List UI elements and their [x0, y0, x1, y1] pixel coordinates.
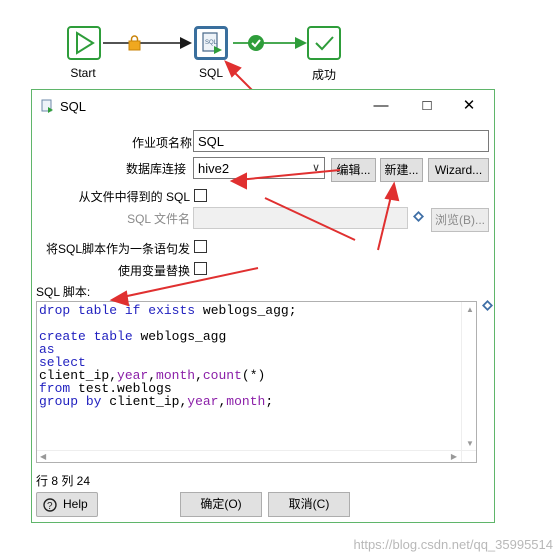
watermark: https://blog.csdn.net/qq_35995514	[353, 537, 554, 552]
job-name-input[interactable]: SQL	[193, 130, 489, 152]
browse-button[interactable]: 浏览(B)...	[431, 208, 489, 232]
sql-node[interactable]: SQL	[194, 26, 228, 60]
cursor-position-status: 行 8 列 24	[36, 474, 91, 488]
use-variables-label: 使用变量替换	[117, 264, 190, 278]
help-button-label: Help	[63, 497, 88, 511]
cancel-button[interactable]: 取消(C)	[268, 492, 350, 517]
single-statement-checkbox[interactable]	[194, 240, 207, 253]
wizard-button[interactable]: Wizard...	[428, 158, 489, 182]
code-line: drop table if exists weblogs_agg;	[39, 303, 297, 318]
code-line: group by client_ip,year,month;	[39, 394, 274, 409]
start-node[interactable]	[67, 26, 101, 60]
lock-icon	[128, 35, 141, 51]
maximize-button[interactable]: □	[410, 94, 444, 118]
vertical-scrollbar[interactable]: ▲ ▼	[461, 302, 476, 462]
db-connection-value: hive2	[198, 161, 230, 176]
sql-script-editor[interactable]: drop table if exists weblogs_agg; create…	[36, 301, 477, 463]
play-icon	[76, 31, 95, 55]
svg-text:SQL: SQL	[205, 40, 218, 46]
svg-text:?: ?	[47, 501, 53, 512]
dialog-title: SQL	[60, 99, 87, 114]
start-node-label: Start	[70, 66, 96, 80]
sql-script-icon: SQL	[202, 32, 222, 54]
checkmark-icon	[315, 36, 334, 51]
success-node-label: 成功	[311, 68, 336, 82]
sql-filename-label: SQL 文件名	[127, 212, 190, 226]
sql-filename-input[interactable]	[193, 207, 408, 229]
chevron-down-icon: ∨	[311, 162, 320, 174]
ok-button[interactable]: 确定(O)	[180, 492, 262, 517]
minimize-button[interactable]: —	[364, 94, 398, 118]
sql-code[interactable]: drop table if exists weblogs_agg; create…	[39, 304, 297, 408]
variable-icon[interactable]	[482, 300, 493, 311]
sql-from-file-label: 从文件中得到的 SQL	[78, 190, 190, 204]
help-button[interactable]: ? Help	[36, 492, 98, 517]
success-node[interactable]	[307, 26, 341, 60]
dialog-titlebar[interactable]: SQL — □ ✕	[32, 90, 494, 122]
help-icon: ?	[43, 498, 57, 512]
sql-script-icon	[41, 99, 53, 113]
edit-connection-button[interactable]: 编辑...	[331, 158, 376, 182]
close-button[interactable]: ✕	[452, 94, 486, 118]
sql-script-label: SQL 脚本:	[36, 285, 91, 299]
use-variables-checkbox[interactable]	[194, 262, 207, 275]
job-name-label: 作业项名称	[131, 136, 192, 150]
db-connection-select[interactable]: hive2 ∨	[193, 157, 325, 179]
success-hop-check-icon	[248, 35, 264, 51]
new-connection-button[interactable]: 新建...	[380, 158, 423, 182]
horizontal-scrollbar[interactable]: ◀ ▶	[37, 450, 476, 462]
sql-from-file-checkbox[interactable]	[194, 189, 207, 202]
code-line: create table weblogs_agg	[39, 329, 227, 344]
db-connection-label: 数据库连接	[125, 162, 186, 176]
single-statement-label: 将SQL脚本作为一条语句发	[45, 242, 190, 256]
sql-node-label: SQL	[198, 66, 223, 80]
variable-icon[interactable]	[413, 211, 424, 222]
